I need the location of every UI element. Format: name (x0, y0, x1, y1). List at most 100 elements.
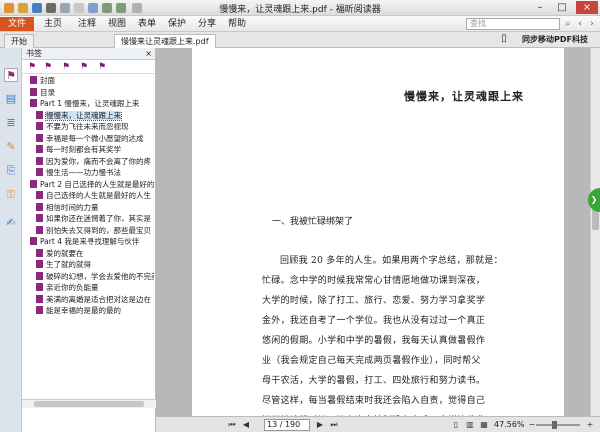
bookmark-item[interactable]: 如果你还在迷惘着了你，其实是 (36, 214, 154, 224)
layers-panel-icon[interactable]: ≣ (4, 116, 18, 130)
bookmark-item[interactable]: 能是幸福的是最的最的 (36, 306, 154, 316)
bookmark-item[interactable]: ▾Part 2 自己选择的人生就是最好的人 (30, 179, 154, 190)
bookmark-item[interactable]: 目录 (30, 87, 154, 98)
paragraph-line: 金外，我还自考了一个学位。我也从没有过过一个真正 (262, 316, 486, 326)
zoom-slider[interactable] (536, 424, 580, 426)
menu-comment[interactable]: 注释 (74, 17, 100, 31)
facing-page-icon[interactable]: ▦ (478, 419, 490, 431)
bookmark-label: 如果你还在迷惘着了你，其实是 (46, 214, 151, 223)
next-page-icon[interactable]: ▶ (314, 419, 326, 431)
app-logo-icon (4, 3, 14, 13)
bookmark-flag-icon (36, 294, 43, 303)
bookmark-item[interactable]: 封面 (30, 76, 154, 86)
paragraph-line: 业（我会规定自己每天完成两页暑假作业），同时帮父 (262, 356, 481, 366)
minimize-icon[interactable]: – (530, 1, 550, 14)
undo-icon[interactable] (102, 3, 112, 13)
search-prev-icon[interactable]: ‹ (574, 18, 586, 30)
customize-toolbar-icon[interactable] (132, 3, 142, 13)
first-page-icon[interactable]: ⏮ (226, 419, 238, 431)
bookmark-label: 美满的离婚是适合把对这是边在 (46, 294, 151, 304)
zoom-in-icon[interactable]: + (584, 419, 596, 431)
search-next-icon[interactable]: › (586, 18, 598, 30)
hand-tool-icon[interactable] (74, 3, 84, 13)
delete-bookmark-icon[interactable]: ⚑ (44, 62, 54, 72)
bookmark-label: 破碎的幻想，学会去爱他的不完美 (46, 271, 154, 281)
bookmark-flag-icon (36, 214, 43, 222)
bookmark-item[interactable]: ▾Part 1 慢慢来，让灵魂跟上来 (30, 99, 154, 109)
page-number-input[interactable]: 13 / 190 (264, 419, 310, 431)
bookmark-flag-icon (36, 271, 43, 280)
paragraph-line: 悠闲的假期。小学和中学的暑假，我每天认真做暑假作 (262, 336, 486, 346)
redo-icon[interactable] (116, 3, 126, 13)
bookmark-flag-icon (36, 283, 43, 291)
bookmark-label: 不要为飞往未来而忽视现 (46, 122, 129, 131)
menu-form[interactable]: 表单 (134, 17, 160, 31)
comments-panel-icon[interactable]: ✎ (4, 140, 18, 154)
menu-file[interactable]: 文件 (0, 17, 34, 31)
single-page-icon[interactable]: ▯ (450, 419, 462, 431)
print-icon[interactable] (46, 3, 56, 13)
bookmark-item[interactable]: 生了就的就得 (36, 260, 154, 270)
signature-panel-icon[interactable]: ✍ (4, 216, 18, 230)
bookmark-label: 爱的就要在 (46, 248, 84, 258)
prev-page-icon[interactable]: ◀ (240, 419, 252, 431)
select-tool-icon[interactable] (88, 3, 98, 13)
menu-share[interactable]: 分享 (194, 17, 220, 31)
expand-bookmark-icon[interactable]: ⚑ (62, 62, 72, 72)
attachments-panel-icon[interactable]: ⎘ (4, 164, 18, 178)
bookmark-flag-icon (36, 110, 43, 119)
paragraph-line: 回顾我 20 多年的人生。如果用两个字总结，那就是： (280, 256, 503, 266)
bookmark-flag-icon (30, 99, 37, 107)
bookmark-label: 自己选择的人生就是最好的人生 (46, 191, 151, 200)
window-title: 慢慢来，让灵魂跟上来.pdf - 福昕阅读器 (219, 5, 381, 15)
bookmark-item[interactable]: 破碎的幻想，学会去爱他的不完美 (36, 271, 154, 282)
tab-start[interactable]: 开始 (4, 34, 34, 48)
search-icon[interactable]: ⌕ (562, 18, 574, 30)
maximize-icon[interactable]: □ (552, 1, 572, 14)
bookmark-item[interactable]: 每一时刻都会有其奖学 (36, 145, 154, 155)
add-bookmark-icon[interactable]: ⚑ (28, 62, 38, 72)
bookmark-flag-icon (36, 145, 43, 153)
bookmark-item[interactable]: 慢慢来，让灵魂跟上来 (36, 110, 154, 121)
save-icon[interactable] (32, 3, 42, 13)
scroll-thumb[interactable] (34, 401, 144, 407)
zoom-slider-handle[interactable] (552, 421, 557, 429)
bookmark-item[interactable]: 不要为飞往未来而忽视现 (36, 122, 154, 132)
bookmark-item[interactable]: 别怕失去又得到的，那些最宝贝 (36, 225, 154, 236)
pdf-page[interactable]: 慢慢来，让灵魂跟上来 一、我被忙碌绑架了 回顾我 20 多年的人生。如果用两个字… (192, 48, 564, 426)
tab-document[interactable]: 慢慢来让灵魂跟上来.pdf (114, 34, 216, 48)
navigation-strip: ⚑ ▤ ≣ ✎ ⎘ ⚿ ✍ (0, 48, 22, 432)
horizontal-scrollbar[interactable] (22, 399, 156, 408)
bookmark-item[interactable]: 自己选择的人生就是最好的人生 (36, 191, 154, 201)
close-icon[interactable]: × (576, 1, 598, 14)
collapse-bookmark-icon[interactable]: ⚑ (80, 62, 90, 72)
panel-title: 书签 (26, 49, 42, 58)
bookmark-item[interactable]: 因为爱你，痛而不会离了你的疼 (36, 156, 154, 167)
pages-panel-icon[interactable]: ▤ (4, 92, 18, 106)
security-panel-icon[interactable]: ⚿ (4, 188, 18, 202)
bookmark-item[interactable]: 慢生活——功力慢书法 (36, 168, 154, 178)
panel-close-icon[interactable]: × (145, 48, 152, 59)
last-page-icon[interactable]: ⏭ (328, 419, 340, 431)
bookmark-options-icon[interactable]: ⚑ (98, 62, 108, 72)
bookmark-item[interactable]: 亲近你的负能量 (36, 283, 154, 293)
bookmark-item[interactable]: 美满的离婚是适合把对这是边在 (36, 294, 154, 305)
open-icon[interactable] (18, 3, 28, 13)
zoom-level[interactable]: 47.56% (494, 420, 525, 429)
vertical-scrollbar[interactable] (590, 48, 600, 416)
bookmark-item[interactable]: 幸福是每一个微小愿望的达成 (36, 133, 154, 144)
search-input[interactable]: 查找 (466, 18, 560, 30)
continuous-page-icon[interactable]: ▥ (464, 419, 476, 431)
menu-home[interactable]: 主页 (40, 17, 66, 31)
bookmark-panel-icon[interactable]: ⚑ (4, 68, 18, 82)
menu-protect[interactable]: 保护 (164, 17, 190, 31)
properties-icon[interactable] (60, 3, 70, 13)
menu-view[interactable]: 视图 (104, 17, 130, 31)
menu-help[interactable]: 帮助 (224, 17, 250, 31)
panel-header: 书签 × (22, 48, 155, 60)
ad-text[interactable]: 同步移动PDF科技 (522, 34, 588, 45)
bookmark-item[interactable]: ▾Part 4 我是来寻找理解与伙伴 (30, 237, 154, 247)
bookmark-item[interactable]: 爱的就要在 (36, 248, 154, 259)
bookmark-item[interactable]: 相信时间的力量 (36, 202, 154, 213)
bookmark-label: 因为爱你，痛而不会离了你的疼 (46, 156, 151, 166)
